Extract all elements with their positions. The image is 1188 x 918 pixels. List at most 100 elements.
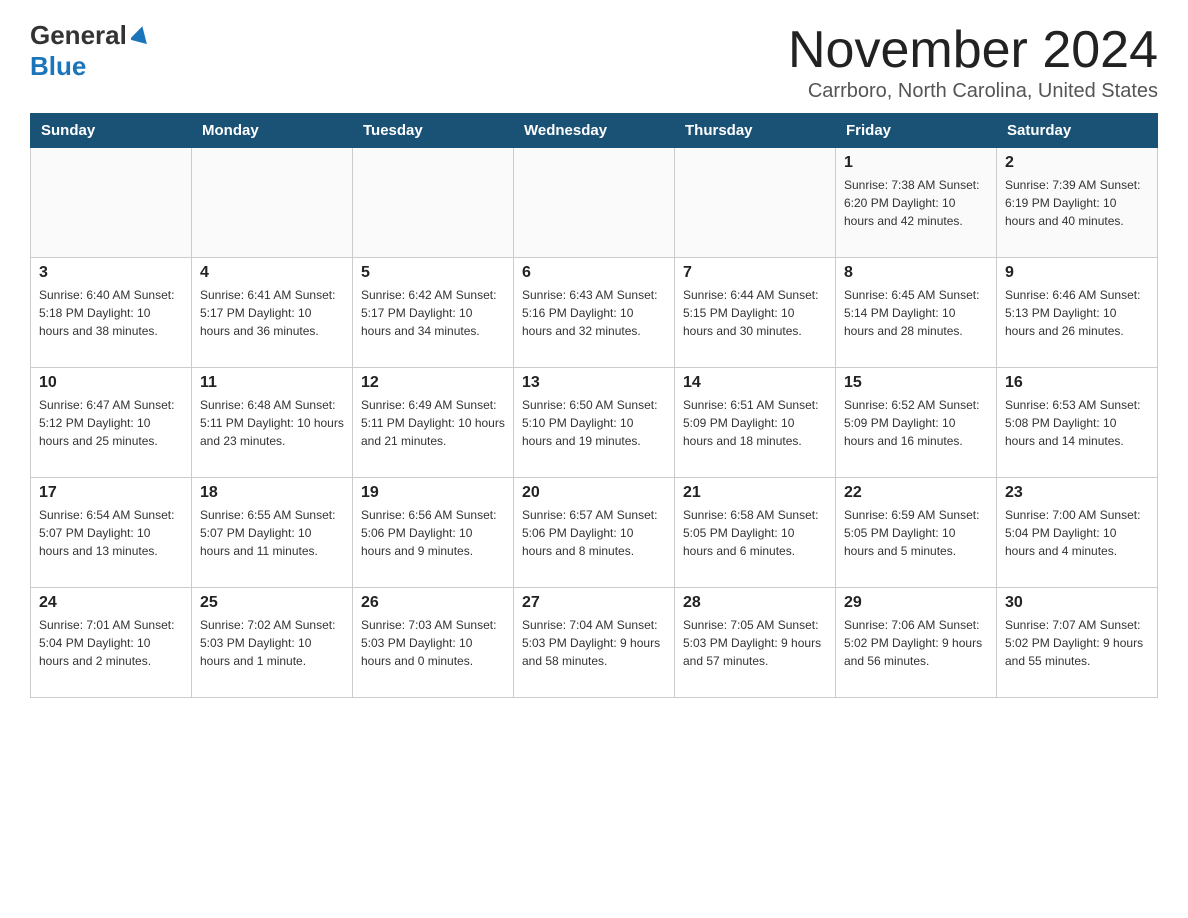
logo-general-text: General — [30, 20, 127, 51]
table-row: 23Sunrise: 7:00 AM Sunset: 5:04 PM Dayli… — [997, 478, 1158, 588]
table-row: 10 Sunrise: 6:47 AM Sunset: 5:12 PM Dayli… — [31, 368, 192, 478]
day-info: Sunrise: 6:43 AM Sunset: 5:16 PM Dayligh… — [522, 286, 666, 340]
table-row: 16Sunrise: 6:53 AM Sunset: 5:08 PM Dayli… — [997, 368, 1158, 478]
calendar-week-row: 24 Sunrise: 7:01 AM Sunset: 5:04 PM Dayli… — [31, 588, 1158, 698]
table-row: 21 Sunrise: 6:58 AM Sunset: 5:05 PM Dayli… — [675, 478, 836, 588]
header-sunday: Sunday — [31, 114, 192, 148]
day-number: 4 — [200, 264, 344, 282]
day-number: 12 — [361, 374, 505, 392]
title-area: November 2024 Carrboro, North Carolina, … — [788, 20, 1158, 103]
table-row: 27 Sunrise: 7:04 AM Sunset: 5:03 PM Dayli… — [514, 588, 675, 698]
table-row: 25 Sunrise: 7:02 AM Sunset: 5:03 PM Dayli… — [192, 588, 353, 698]
day-number: 30 — [1005, 594, 1149, 612]
day-info: Sunrise: 7:38 AM Sunset: 6:20 PM Dayligh… — [844, 176, 988, 230]
table-row: 28 Sunrise: 7:05 AM Sunset: 5:03 PM Dayli… — [675, 588, 836, 698]
header-monday: Monday — [192, 114, 353, 148]
day-info: Sunrise: 7:03 AM Sunset: 5:03 PM Dayligh… — [361, 616, 505, 670]
calendar-header-row: Sunday Monday Tuesday Wednesday Thursday… — [31, 114, 1158, 148]
day-number: 24 — [39, 594, 183, 612]
day-info: Sunrise: 6:45 AM Sunset: 5:14 PM Dayligh… — [844, 286, 988, 340]
day-number: 20 — [522, 484, 666, 502]
page-header: General Blue November 2024 Carrboro, Nor… — [30, 20, 1158, 103]
day-info: Sunrise: 6:48 AM Sunset: 5:11 PM Dayligh… — [200, 396, 344, 450]
day-number: 29 — [844, 594, 988, 612]
table-row: 24 Sunrise: 7:01 AM Sunset: 5:04 PM Dayli… — [31, 588, 192, 698]
day-number: 27 — [522, 594, 666, 612]
day-number: 19 — [361, 484, 505, 502]
calendar-week-row: 1 Sunrise: 7:38 AM Sunset: 6:20 PM Daylig… — [31, 148, 1158, 258]
calendar-week-row: 17 Sunrise: 6:54 AM Sunset: 5:07 PM Dayli… — [31, 478, 1158, 588]
table-row: 26 Sunrise: 7:03 AM Sunset: 5:03 PM Dayli… — [353, 588, 514, 698]
day-info: Sunrise: 6:47 AM Sunset: 5:12 PM Dayligh… — [39, 396, 183, 450]
day-number: 7 — [683, 264, 827, 282]
header-saturday: Saturday — [997, 114, 1158, 148]
logo-triangle-icon — [131, 26, 149, 49]
table-row: 1 Sunrise: 7:38 AM Sunset: 6:20 PM Daylig… — [836, 148, 997, 258]
day-number: 17 — [39, 484, 183, 502]
header-tuesday: Tuesday — [353, 114, 514, 148]
table-row: 6 Sunrise: 6:43 AM Sunset: 5:16 PM Daylig… — [514, 258, 675, 368]
header-thursday: Thursday — [675, 114, 836, 148]
day-number: 26 — [361, 594, 505, 612]
month-title: November 2024 — [788, 20, 1158, 80]
table-row: 30 Sunrise: 7:07 AM Sunset: 5:02 PM Dayli… — [997, 588, 1158, 698]
day-info: Sunrise: 7:01 AM Sunset: 5:04 PM Dayligh… — [39, 616, 183, 670]
location-subtitle: Carrboro, North Carolina, United States — [788, 80, 1158, 103]
logo: General Blue — [30, 20, 149, 82]
table-row — [353, 148, 514, 258]
table-row: 5 Sunrise: 6:42 AM Sunset: 5:17 PM Daylig… — [353, 258, 514, 368]
day-info: Sunrise: 6:40 AM Sunset: 5:18 PM Dayligh… — [39, 286, 183, 340]
day-number: 15 — [844, 374, 988, 392]
calendar-week-row: 10 Sunrise: 6:47 AM Sunset: 5:12 PM Dayli… — [31, 368, 1158, 478]
day-number: 21 — [683, 484, 827, 502]
day-number: 10 — [39, 374, 183, 392]
day-number: 25 — [200, 594, 344, 612]
day-info: Sunrise: 7:04 AM Sunset: 5:03 PM Dayligh… — [522, 616, 666, 670]
table-row: 3Sunrise: 6:40 AM Sunset: 5:18 PM Daylig… — [31, 258, 192, 368]
day-number: 5 — [361, 264, 505, 282]
day-info: Sunrise: 6:49 AM Sunset: 5:11 PM Dayligh… — [361, 396, 505, 450]
day-number: 1 — [844, 154, 988, 172]
day-info: Sunrise: 6:56 AM Sunset: 5:06 PM Dayligh… — [361, 506, 505, 560]
header-wednesday: Wednesday — [514, 114, 675, 148]
day-info: Sunrise: 7:39 AM Sunset: 6:19 PM Dayligh… — [1005, 176, 1149, 230]
day-info: Sunrise: 7:02 AM Sunset: 5:03 PM Dayligh… — [200, 616, 344, 670]
day-number: 2 — [1005, 154, 1149, 172]
table-row: 11 Sunrise: 6:48 AM Sunset: 5:11 PM Dayli… — [192, 368, 353, 478]
day-info: Sunrise: 6:44 AM Sunset: 5:15 PM Dayligh… — [683, 286, 827, 340]
day-info: Sunrise: 7:06 AM Sunset: 5:02 PM Dayligh… — [844, 616, 988, 670]
day-number: 11 — [200, 374, 344, 392]
table-row: 18Sunrise: 6:55 AM Sunset: 5:07 PM Dayli… — [192, 478, 353, 588]
table-row — [192, 148, 353, 258]
table-row: 12 Sunrise: 6:49 AM Sunset: 5:11 PM Dayli… — [353, 368, 514, 478]
calendar-week-row: 3Sunrise: 6:40 AM Sunset: 5:18 PM Daylig… — [31, 258, 1158, 368]
day-info: Sunrise: 6:51 AM Sunset: 5:09 PM Dayligh… — [683, 396, 827, 450]
day-info: Sunrise: 6:58 AM Sunset: 5:05 PM Dayligh… — [683, 506, 827, 560]
day-number: 28 — [683, 594, 827, 612]
day-number: 14 — [683, 374, 827, 392]
day-info: Sunrise: 6:52 AM Sunset: 5:09 PM Dayligh… — [844, 396, 988, 450]
day-info: Sunrise: 6:54 AM Sunset: 5:07 PM Dayligh… — [39, 506, 183, 560]
day-number: 23 — [1005, 484, 1149, 502]
table-row — [675, 148, 836, 258]
day-info: Sunrise: 6:53 AM Sunset: 5:08 PM Dayligh… — [1005, 396, 1149, 450]
day-info: Sunrise: 6:42 AM Sunset: 5:17 PM Dayligh… — [361, 286, 505, 340]
day-info: Sunrise: 6:57 AM Sunset: 5:06 PM Dayligh… — [522, 506, 666, 560]
day-info: Sunrise: 7:07 AM Sunset: 5:02 PM Dayligh… — [1005, 616, 1149, 670]
day-number: 22 — [844, 484, 988, 502]
day-number: 18 — [200, 484, 344, 502]
table-row: 29 Sunrise: 7:06 AM Sunset: 5:02 PM Dayli… — [836, 588, 997, 698]
table-row: 4 Sunrise: 6:41 AM Sunset: 5:17 PM Daylig… — [192, 258, 353, 368]
calendar-table: Sunday Monday Tuesday Wednesday Thursday… — [30, 113, 1158, 698]
day-number: 13 — [522, 374, 666, 392]
day-info: Sunrise: 6:41 AM Sunset: 5:17 PM Dayligh… — [200, 286, 344, 340]
table-row: 8 Sunrise: 6:45 AM Sunset: 5:14 PM Daylig… — [836, 258, 997, 368]
day-info: Sunrise: 6:46 AM Sunset: 5:13 PM Dayligh… — [1005, 286, 1149, 340]
table-row: 13Sunrise: 6:50 AM Sunset: 5:10 PM Dayli… — [514, 368, 675, 478]
table-row: 15 Sunrise: 6:52 AM Sunset: 5:09 PM Dayli… — [836, 368, 997, 478]
day-number: 6 — [522, 264, 666, 282]
day-number: 8 — [844, 264, 988, 282]
table-row: 22Sunrise: 6:59 AM Sunset: 5:05 PM Dayli… — [836, 478, 997, 588]
table-row: 7 Sunrise: 6:44 AM Sunset: 5:15 PM Daylig… — [675, 258, 836, 368]
day-info: Sunrise: 7:05 AM Sunset: 5:03 PM Dayligh… — [683, 616, 827, 670]
